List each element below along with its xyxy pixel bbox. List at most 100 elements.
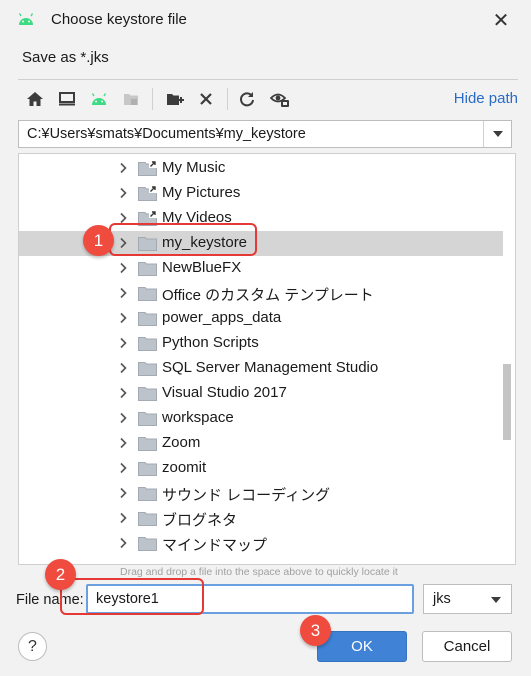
tree-row[interactable]: マインドマップ <box>19 531 503 556</box>
chevron-right-icon[interactable] <box>117 537 129 549</box>
tree-item-label: My Pictures <box>162 184 241 201</box>
chevron-right-icon[interactable] <box>117 287 129 299</box>
window-title: Choose keystore file <box>51 11 187 28</box>
tree-scrollbar[interactable] <box>503 364 511 440</box>
folder-icon <box>138 387 157 401</box>
home-button[interactable] <box>23 87 47 111</box>
chevron-right-icon[interactable] <box>117 487 129 499</box>
path-value: C:¥Users¥smats¥Documents¥my_keystore <box>27 126 306 142</box>
close-button[interactable]: ✕ <box>487 6 515 34</box>
close-icon: ✕ <box>492 9 510 32</box>
folder-icon <box>138 312 157 326</box>
tree-row[interactable]: Visual Studio 2017 <box>19 381 503 406</box>
tree-row[interactable]: Python Scripts <box>19 331 503 356</box>
tree-item-label: Visual Studio 2017 <box>162 384 287 401</box>
annotation-box-filename <box>60 578 204 615</box>
folder-shortcut-icon <box>138 161 157 176</box>
tree-row[interactable]: workspace <box>19 406 503 431</box>
tree-row[interactable]: My Music <box>19 156 503 181</box>
folder-icon <box>138 437 157 451</box>
help-icon: ? <box>28 637 37 655</box>
chevron-right-icon[interactable] <box>117 462 129 474</box>
dialog-subtitle: Save as *.jks <box>22 49 109 66</box>
delete-button[interactable] <box>194 87 218 111</box>
android-project-icon <box>91 93 107 105</box>
extension-value: jks <box>433 591 451 607</box>
toolbar: Hide path <box>18 84 518 114</box>
cancel-button[interactable]: Cancel <box>422 631 512 662</box>
toolbar-divider <box>152 88 153 110</box>
refresh-icon <box>240 92 254 107</box>
folder-icon <box>138 487 157 501</box>
extension-select[interactable]: jks <box>423 584 512 614</box>
folder-icon <box>138 537 157 551</box>
desktop-button[interactable] <box>55 87 79 111</box>
new-folder-button[interactable] <box>163 87 187 111</box>
folder-icon <box>138 262 157 276</box>
desktop-icon <box>59 92 75 106</box>
tree-item-label: Office のカスタム テンプレート <box>162 287 374 304</box>
home-icon <box>27 92 43 106</box>
annotation-badge-1: 1 <box>83 225 114 256</box>
tree-row[interactable]: NewBlueFX <box>19 256 503 281</box>
tree-row[interactable]: Office のカスタム テンプレート <box>19 281 503 306</box>
folder-tree[interactable]: マインドマップ ブログネタ サウンド レコーディング zoomit Zoom worksp… <box>18 153 516 565</box>
chevron-right-icon[interactable] <box>117 437 129 449</box>
tree-item-label: マインドマップ <box>162 537 268 554</box>
ok-button[interactable]: OK <box>317 631 407 662</box>
divider <box>18 79 518 80</box>
tree-item-label: zoomit <box>162 459 207 476</box>
folder-icon <box>138 412 157 426</box>
tree-row[interactable]: サウンド レコーディング <box>19 481 503 506</box>
path-dropdown-button[interactable] <box>483 121 511 147</box>
show-hidden-icon <box>270 93 289 107</box>
android-icon <box>18 13 34 25</box>
title-bar: Choose keystore file ✕ <box>0 0 531 40</box>
tree-row[interactable]: My Pictures <box>19 181 503 206</box>
module-button[interactable] <box>119 87 143 111</box>
tree-item-label: SQL Server Management Studio <box>162 359 379 376</box>
tree-item-label: workspace <box>162 409 234 426</box>
folder-icon <box>138 362 157 376</box>
chevron-right-icon[interactable] <box>117 162 129 174</box>
folder-shortcut-icon <box>138 186 157 201</box>
tree-item-label: NewBlueFX <box>162 259 242 276</box>
hide-path-link[interactable]: Hide path <box>454 90 518 107</box>
help-button[interactable]: ? <box>18 632 47 661</box>
folder-icon <box>138 512 157 526</box>
tree-item-label: Python Scripts <box>162 334 259 351</box>
folder-icon <box>138 462 157 476</box>
module-icon <box>124 94 138 105</box>
tree-row[interactable]: power_apps_data <box>19 306 503 331</box>
tree-item-label: ブログネタ <box>162 512 238 529</box>
chevron-right-icon[interactable] <box>117 337 129 349</box>
tree-item-label: サウンド レコーディング <box>162 487 331 504</box>
chevron-right-icon[interactable] <box>117 512 129 524</box>
annotation-box-folder <box>109 223 257 256</box>
chevron-right-icon[interactable] <box>117 387 129 399</box>
tree-row[interactable]: ブログネタ <box>19 506 503 531</box>
toolbar-divider <box>227 88 228 110</box>
annotation-badge-2: 2 <box>45 559 76 590</box>
project-button[interactable] <box>87 87 111 111</box>
tree-row[interactable]: Zoom <box>19 431 503 456</box>
tree-item-label: Zoom <box>162 434 201 451</box>
folder-icon <box>138 337 157 351</box>
chevron-down-icon <box>492 131 503 137</box>
chevron-right-icon[interactable] <box>117 312 129 324</box>
new-folder-icon <box>167 94 184 105</box>
chevron-right-icon[interactable] <box>117 262 129 274</box>
folder-icon <box>138 287 157 301</box>
tree-row[interactable]: SQL Server Management Studio <box>19 356 503 381</box>
path-field[interactable]: C:¥Users¥smats¥Documents¥my_keystore <box>18 120 512 148</box>
tree-row[interactable]: zoomit <box>19 456 503 481</box>
delete-icon <box>200 93 212 105</box>
tree-item-label: power_apps_data <box>162 309 282 326</box>
annotation-badge-3: 3 <box>300 615 331 646</box>
show-hidden-button[interactable] <box>268 87 292 111</box>
refresh-button[interactable] <box>235 87 259 111</box>
chevron-right-icon[interactable] <box>117 362 129 374</box>
drag-drop-hint: Drag and drop a file into the space abov… <box>120 566 398 578</box>
chevron-right-icon[interactable] <box>117 412 129 424</box>
chevron-right-icon[interactable] <box>117 187 129 199</box>
